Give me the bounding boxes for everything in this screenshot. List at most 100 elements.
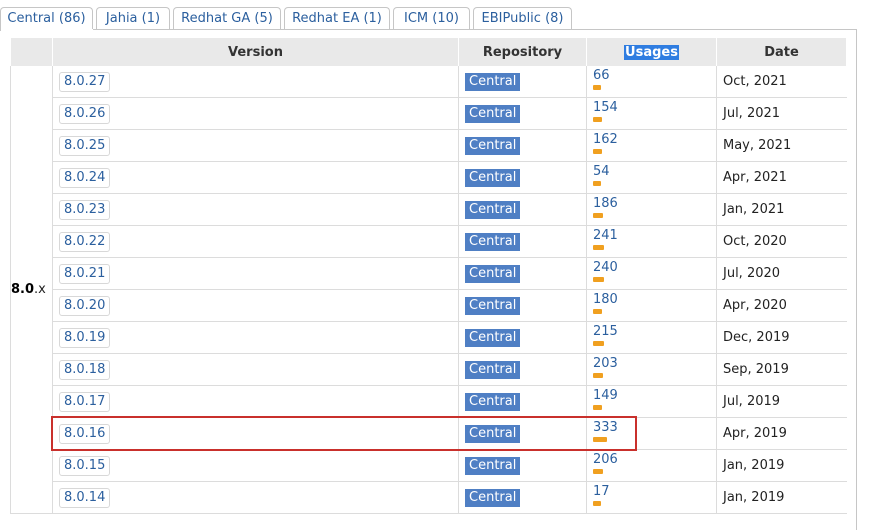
usages-link[interactable]: 203	[593, 357, 716, 371]
usages-link[interactable]: 186	[593, 197, 716, 211]
tab-icm[interactable]: ICM (10)	[393, 7, 470, 29]
usages-link[interactable]: 206	[593, 453, 716, 467]
version-link[interactable]: 8.0.23	[59, 199, 111, 220]
repository-badge[interactable]: Central	[465, 104, 521, 123]
version-link[interactable]: 8.0.16	[59, 423, 111, 444]
repository-cell: Central	[458, 66, 587, 98]
usages-link[interactable]: 66	[593, 69, 716, 83]
version-link[interactable]: 8.0.26	[59, 103, 111, 124]
table-row: 8.0.16 Central 333 Apr, 2019	[11, 417, 847, 450]
usages-cell: 206	[586, 449, 717, 482]
usages-link[interactable]: 54	[593, 165, 716, 179]
usage-bar	[593, 341, 604, 346]
repository-badge[interactable]: Central	[465, 488, 521, 507]
group-label-suffix: .x	[34, 282, 46, 297]
usage-bar	[593, 149, 602, 154]
version-link[interactable]: 8.0.25	[59, 135, 111, 156]
usages-link[interactable]: 180	[593, 293, 716, 307]
usage-bar	[593, 501, 601, 506]
version-cell: 8.0.20	[52, 289, 459, 322]
date-cell: Apr, 2019	[716, 417, 847, 450]
table-row: 8.0.15 Central 206 Jan, 2019	[11, 449, 847, 482]
usages-cell: 66	[586, 66, 717, 98]
usages-link[interactable]: 154	[593, 101, 716, 115]
active-tab-joint	[1, 29, 93, 31]
usages-cell: 154	[586, 97, 717, 130]
table-row: 8.0.24 Central 54 Apr, 2021	[11, 161, 847, 194]
date-cell: Dec, 2019	[716, 321, 847, 354]
usages-link[interactable]: 162	[593, 133, 716, 147]
version-group-label: 8.0.x	[10, 66, 53, 514]
version-cell: 8.0.27	[52, 66, 459, 98]
table-row: 8.0.18 Central 203 Sep, 2019	[11, 353, 847, 386]
repository-badge[interactable]: Central	[465, 264, 521, 283]
tab-central[interactable]: Central (86)	[0, 7, 93, 31]
usages-link[interactable]: 149	[593, 389, 716, 403]
usage-bar	[593, 405, 602, 410]
tab-jahia[interactable]: Jahia (1)	[96, 7, 170, 29]
version-cell: 8.0.15	[52, 449, 459, 482]
version-cell: 8.0.14	[52, 481, 459, 514]
usages-link[interactable]: 215	[593, 325, 716, 339]
repository-badge[interactable]: Central	[465, 168, 521, 187]
usages-cell: 203	[586, 353, 717, 386]
usages-header[interactable]: Usages	[586, 38, 717, 66]
usages-cell: 241	[586, 225, 717, 258]
usage-bar	[593, 181, 601, 186]
repository-badge[interactable]: Central	[465, 296, 521, 315]
repository-badge[interactable]: Central	[465, 136, 521, 155]
repository-badge[interactable]: Central	[465, 456, 521, 475]
repository-badge[interactable]: Central	[465, 328, 521, 347]
usages-cell: 186	[586, 193, 717, 226]
usages-link[interactable]: 241	[593, 229, 716, 243]
version-cell: 8.0.17	[52, 385, 459, 418]
date-cell: Jan, 2021	[716, 193, 847, 226]
tab-ebipublic[interactable]: EBIPublic (8)	[473, 7, 572, 29]
usage-bar	[593, 437, 607, 442]
version-cell: 8.0.23	[52, 193, 459, 226]
version-link[interactable]: 8.0.15	[59, 455, 111, 476]
repository-badge[interactable]: Central	[465, 232, 521, 251]
repository-tabs: Central (86) Jahia (1) Redhat GA (5) Red…	[0, 7, 860, 31]
table-row: 8.0.14 Central 17 Jan, 2019	[11, 481, 847, 514]
tab-redhat-ea[interactable]: Redhat EA (1)	[284, 7, 390, 29]
version-header: Version	[52, 38, 459, 66]
usages-cell: 149	[586, 385, 717, 418]
date-cell: Sep, 2019	[716, 353, 847, 386]
usages-header-label[interactable]: Usages	[624, 44, 679, 60]
usages-cell: 240	[586, 257, 717, 290]
date-cell: Jul, 2021	[716, 97, 847, 130]
version-link[interactable]: 8.0.17	[59, 391, 111, 412]
repository-badge[interactable]: Central	[465, 200, 521, 219]
table-row: 8.0.23 Central 186 Jan, 2021	[11, 193, 847, 226]
date-header-label: Date	[764, 44, 799, 60]
version-header-label: Version	[228, 44, 283, 60]
repository-badge[interactable]: Central	[465, 424, 521, 443]
version-link[interactable]: 8.0.18	[59, 359, 111, 380]
repository-badge[interactable]: Central	[465, 392, 521, 411]
repository-cell: Central	[458, 481, 587, 514]
repository-cell: Central	[458, 417, 587, 450]
tab-redhat-ga[interactable]: Redhat GA (5)	[173, 7, 281, 29]
date-cell: Jul, 2019	[716, 385, 847, 418]
version-link[interactable]: 8.0.21	[59, 263, 111, 284]
repository-badge[interactable]: Central	[465, 360, 521, 379]
usages-link[interactable]: 240	[593, 261, 716, 275]
usage-bar	[593, 469, 603, 474]
repository-cell: Central	[458, 129, 587, 162]
usages-link[interactable]: 17	[593, 485, 716, 499]
usage-bar	[593, 85, 601, 90]
version-link[interactable]: 8.0.20	[59, 295, 111, 316]
version-cell: 8.0.22	[52, 225, 459, 258]
repository-header-label: Repository	[482, 44, 563, 60]
version-link[interactable]: 8.0.19	[59, 327, 111, 348]
repository-badge[interactable]: Central	[465, 72, 521, 91]
usages-link[interactable]: 333	[593, 421, 716, 435]
version-link[interactable]: 8.0.14	[59, 487, 111, 508]
version-link[interactable]: 8.0.22	[59, 231, 111, 252]
version-link[interactable]: 8.0.27	[59, 71, 111, 92]
table-row: 8.0.21 Central 240 Jul, 2020	[11, 257, 847, 290]
usage-bar	[593, 373, 603, 378]
version-link[interactable]: 8.0.24	[59, 167, 111, 188]
repository-cell: Central	[458, 161, 587, 194]
